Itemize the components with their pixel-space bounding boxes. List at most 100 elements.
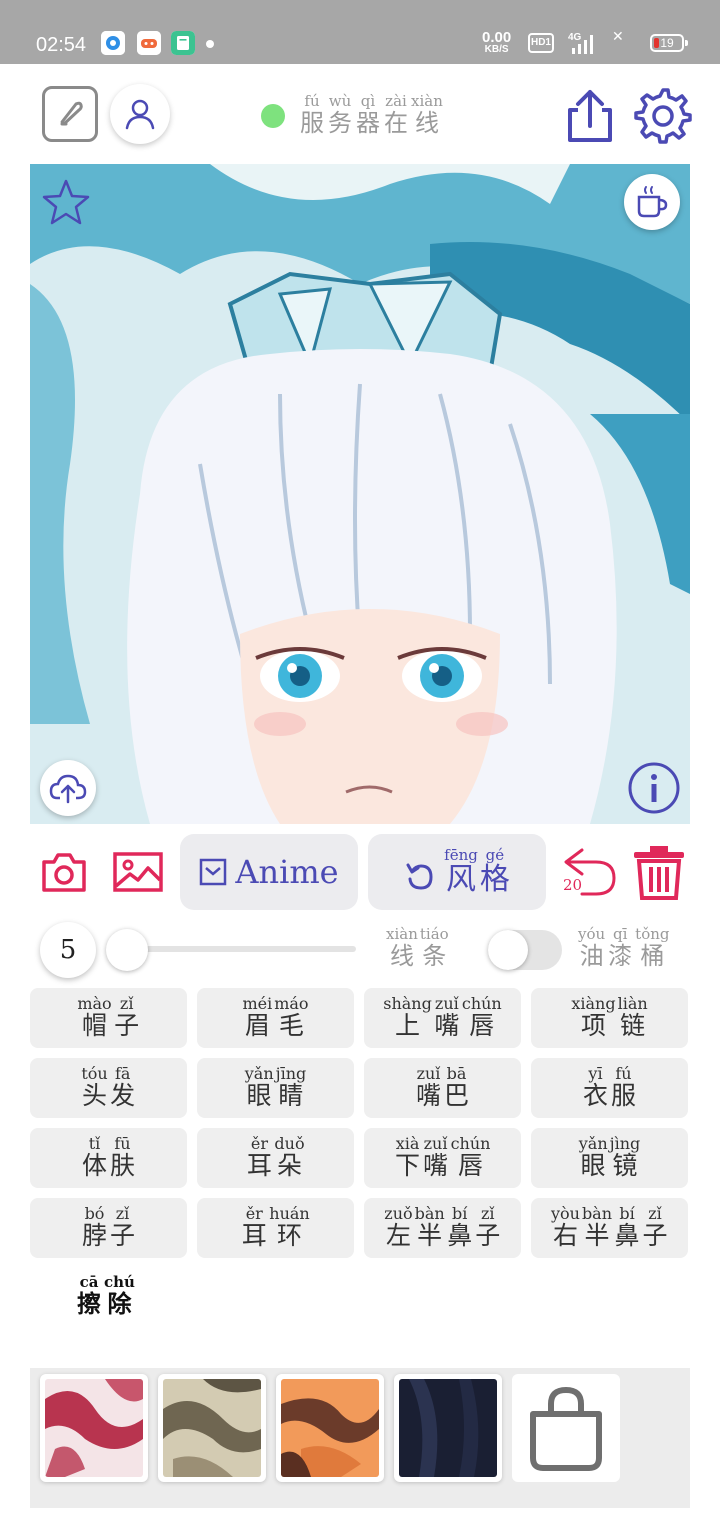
- hanzi: 鼻: [614, 1221, 640, 1250]
- pinyin: shàng: [383, 994, 432, 1013]
- hanzi: 服: [610, 1081, 636, 1110]
- hanzi: 巴: [443, 1081, 469, 1110]
- hanzi: 线: [414, 109, 439, 137]
- part-button[interactable]: yǎn 眼 jīng 睛: [197, 1058, 354, 1118]
- texture-swatch-4[interactable]: [394, 1374, 502, 1482]
- part-button[interactable]: ěr 耳 huán 环: [197, 1198, 354, 1258]
- pinyin: xià: [395, 1134, 420, 1153]
- pinyin: zǐ: [648, 1204, 662, 1223]
- pinyin: xiàn: [411, 92, 443, 110]
- hanzi: 脖: [81, 1221, 107, 1250]
- pinyin: xiàng: [571, 994, 616, 1013]
- texture-swatch-1[interactable]: [40, 1374, 148, 1482]
- texture-swatch-2[interactable]: [158, 1374, 266, 1482]
- game-app-icon: [137, 31, 161, 55]
- ruby-char: bó 脖: [82, 1206, 108, 1250]
- ruby-char: xiàn 线: [411, 93, 443, 137]
- pinyin: zuǒ: [384, 1204, 413, 1223]
- ruby-char: qì 器: [355, 93, 381, 137]
- part-button[interactable]: shàng 上 zuǐ 嘴 chún 唇: [364, 988, 521, 1048]
- style-button[interactable]: fēng 风 gé 格: [368, 834, 546, 910]
- part-button[interactable]: tǐ 体 fū 肤: [30, 1128, 187, 1188]
- settings-button[interactable]: [634, 86, 692, 144]
- part-label: xiàng 项 liàn 链: [571, 996, 647, 1040]
- ruby-char: yóu 油: [578, 926, 605, 970]
- drawing-canvas[interactable]: [30, 164, 690, 824]
- ruby-char: fū 肤: [110, 1136, 136, 1180]
- hanzi: 耳: [246, 1151, 272, 1180]
- pinyin: bí: [619, 1204, 635, 1223]
- hanzi: 在: [384, 109, 408, 137]
- pinyin: ěr: [250, 1134, 268, 1153]
- part-label: zuǐ 嘴 bā 巴: [416, 1066, 470, 1110]
- upload-cloud-button[interactable]: [40, 760, 96, 816]
- ruby-char: zài 在: [383, 93, 409, 137]
- part-button[interactable]: zuǐ 嘴 bā 巴: [364, 1058, 521, 1118]
- khaki-texture: [163, 1379, 261, 1477]
- hanzi: 帽: [81, 1011, 107, 1040]
- donate-coffee-button[interactable]: [624, 174, 680, 230]
- hanzi: 毛: [278, 1011, 304, 1040]
- pinyin: gé: [485, 846, 505, 864]
- part-button[interactable]: ěr 耳 duǒ 朵: [197, 1128, 354, 1188]
- info-button[interactable]: [626, 760, 682, 816]
- model-select-button[interactable]: Anime: [180, 834, 358, 910]
- texture-shop-button[interactable]: [512, 1374, 620, 1482]
- part-label: yī 衣 fú 服: [583, 1066, 637, 1110]
- brush-size-slider-thumb[interactable]: [106, 929, 148, 971]
- gallery-button[interactable]: [112, 850, 164, 894]
- erase-button[interactable]: cā 擦 chú 除: [76, 1274, 135, 1318]
- image-gallery-icon: [113, 852, 163, 892]
- ruby-char: wù 务: [327, 93, 353, 137]
- part-button[interactable]: mào 帽 zǐ 子: [30, 988, 187, 1048]
- pinyin: tiáo: [419, 925, 449, 943]
- hanzi: 鼻: [447, 1221, 473, 1250]
- hanzi: 子: [114, 1011, 140, 1040]
- pinyin: zǐ: [119, 994, 134, 1013]
- ruby-char: yǎn 眼: [245, 1066, 274, 1110]
- pinyin: zài: [385, 92, 407, 110]
- hanzi: 眼: [580, 1151, 606, 1180]
- favorite-star-button[interactable]: [42, 178, 90, 226]
- part-button[interactable]: yòu 右 bàn 半 bí 鼻 zǐ 子: [531, 1198, 688, 1258]
- texture-swatch-3[interactable]: [276, 1374, 384, 1482]
- draw-mode-button[interactable]: [42, 86, 98, 142]
- part-button[interactable]: yǎn 眼 jìng 镜: [531, 1128, 688, 1188]
- trash-icon: [634, 846, 684, 900]
- hanzi: 右: [552, 1221, 578, 1250]
- part-button[interactable]: xià 下 zuǐ 嘴 chún 唇: [364, 1128, 521, 1188]
- ruby-char: huán 环: [269, 1206, 309, 1250]
- notification-dot-icon: [206, 40, 214, 48]
- hd-badge: HD1: [528, 33, 554, 53]
- hanzi: 漆: [608, 942, 633, 970]
- part-button[interactable]: yī 衣 fú 服: [531, 1058, 688, 1118]
- part-button[interactable]: méi 眉 máo 毛: [197, 988, 354, 1048]
- hanzi: 除: [107, 1290, 132, 1318]
- hanzi: 衣: [582, 1081, 608, 1110]
- ruby-char: xià 下: [395, 1136, 421, 1180]
- user-profile-button[interactable]: [110, 84, 170, 144]
- lines-label: xiàn 线 tiáo 条: [386, 926, 449, 970]
- hanzi: 唇: [457, 1151, 483, 1180]
- brush-size-slider[interactable]: [124, 946, 356, 952]
- part-button[interactable]: bó 脖 zǐ 子: [30, 1198, 187, 1258]
- part-button[interactable]: xiàng 项 liàn 链: [531, 988, 688, 1048]
- ruby-char: xiàng 项: [571, 996, 615, 1040]
- part-button[interactable]: zuǒ 左 bàn 半 bí 鼻 zǐ 子: [364, 1198, 521, 1258]
- clear-canvas-button[interactable]: [632, 844, 686, 900]
- browser-app-icon: [101, 31, 125, 55]
- pinyin: yī: [588, 1064, 603, 1083]
- ruby-char: chú 除: [104, 1274, 135, 1318]
- ruby-char: jìng 镜: [610, 1136, 641, 1180]
- pinyin: yǎn: [578, 1134, 608, 1153]
- hanzi: 项: [580, 1011, 606, 1040]
- camera-button[interactable]: [40, 850, 88, 894]
- pinyin: fū: [114, 1134, 131, 1153]
- ruby-char: zǐ 子: [114, 996, 140, 1040]
- pinyin: méi: [242, 994, 273, 1013]
- pinyin: fēng: [444, 846, 478, 864]
- share-button[interactable]: [562, 88, 618, 144]
- part-button[interactable]: tóu 头 fā 发: [30, 1058, 187, 1118]
- oil-bucket-toggle[interactable]: [488, 930, 562, 970]
- ruby-char: shàng 上: [383, 996, 432, 1040]
